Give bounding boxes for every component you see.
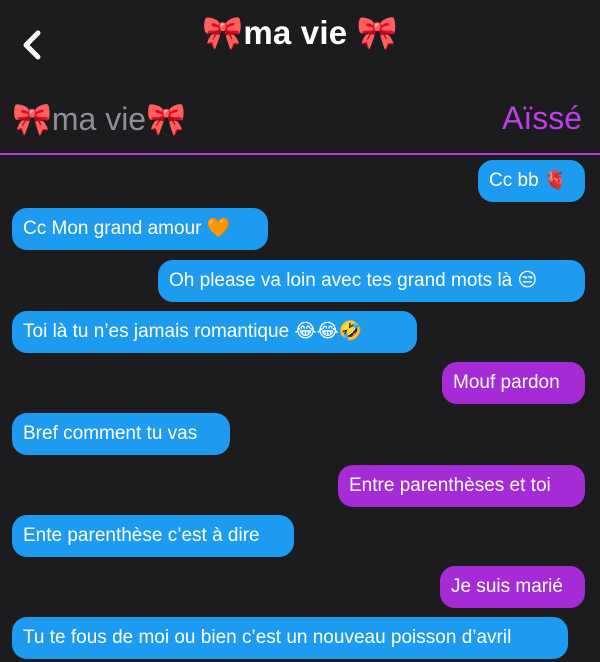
chat-screen: 🎀ma vie 🎀 🎀ma vie🎀 Aïssé Cc bb 🫀 Cc Mon … — [0, 0, 600, 662]
participants-row: 🎀ma vie🎀 Aïssé — [0, 96, 600, 152]
conversation-title: 🎀ma vie 🎀 — [202, 14, 398, 51]
message-bubble: Tu te fous de moi ou bien c’est un nouve… — [12, 617, 568, 659]
message-bubble: Toi là tu n’es jamais romantique 😂😂🤣 — [12, 311, 417, 353]
participant-name-right: Aïssé — [501, 100, 582, 136]
message-bubble: Je suis marié — [440, 566, 585, 608]
message-bubble: Bref comment tu vas — [12, 413, 230, 455]
message-bubble: Cc bb 🫀 — [478, 160, 585, 202]
navigation-bar: 🎀ma vie 🎀 — [0, 0, 600, 72]
participant-name-left: 🎀ma vie🎀 — [12, 101, 186, 137]
message-bubble: Entre parenthèses et toi — [338, 465, 585, 507]
message-bubble: Ente parenthèse c’est à dire — [12, 515, 294, 557]
message-bubble: Mouf pardon — [442, 362, 585, 404]
message-bubble: Oh please va loin avec tes grand mots là… — [158, 260, 585, 302]
header-divider — [0, 153, 600, 155]
message-bubble: Cc Mon grand amour 🧡 — [12, 208, 268, 250]
